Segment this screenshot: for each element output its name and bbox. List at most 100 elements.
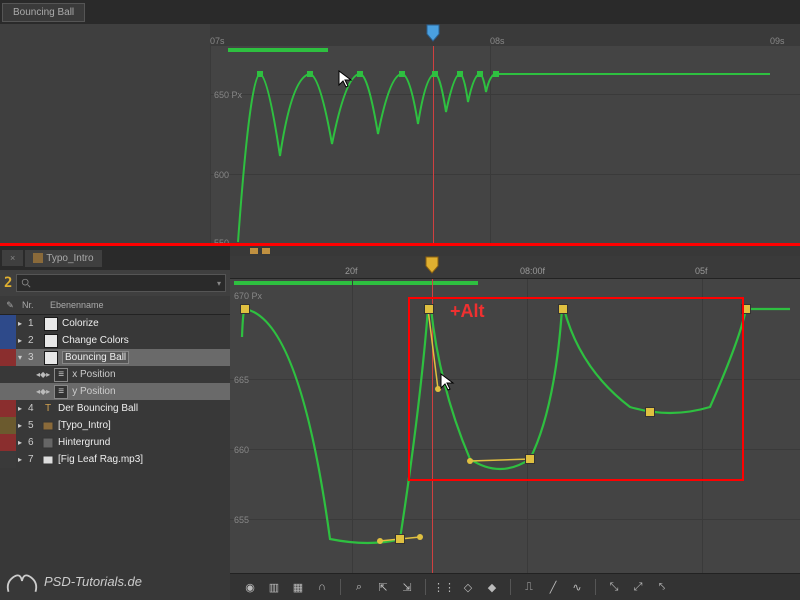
- twirl-icon[interactable]: ▸: [18, 404, 26, 413]
- keyframe[interactable]: [395, 534, 405, 544]
- tab-current-comp[interactable]: ×: [2, 250, 23, 266]
- solid-layer-icon: [42, 437, 54, 449]
- layer-index: 1: [28, 318, 34, 329]
- layer-row-der-bouncing-ball[interactable]: ▸4 T Der Bouncing Ball: [0, 400, 230, 417]
- nav-segment[interactable]: [250, 248, 258, 254]
- comp-layer-icon: [42, 420, 54, 432]
- timecode-display[interactable]: 2: [4, 275, 12, 291]
- close-icon[interactable]: ×: [10, 253, 15, 263]
- layer-index: 7: [28, 454, 34, 465]
- twirl-icon[interactable]: ▸: [18, 455, 26, 464]
- comp-icon: [33, 253, 43, 263]
- eye-icon[interactable]: ◉: [240, 578, 260, 596]
- layer-index: 3: [28, 352, 34, 363]
- fit-all-icon[interactable]: ⇲: [397, 578, 417, 596]
- keyframe-navigator[interactable]: ◂◆▸: [36, 370, 50, 379]
- keyframe-interpolation-icon[interactable]: ◆: [482, 578, 502, 596]
- layer-row-audio[interactable]: ▸7 [Fig Leaf Rag.mp3]: [0, 451, 230, 468]
- bounce-curve-top: [210, 46, 800, 243]
- search-icon: [21, 278, 31, 288]
- twirl-icon[interactable]: ▸: [18, 421, 26, 430]
- easy-ease-in-icon[interactable]: ⤢: [628, 578, 648, 596]
- hold-keyframe-icon[interactable]: ⎍: [519, 578, 539, 596]
- nav-segment[interactable]: [262, 248, 270, 254]
- time-ruler-top[interactable]: 07s 08s 09s: [210, 24, 800, 47]
- layer-row-bouncing-ball[interactable]: ▾3 Bouncing Ball: [0, 349, 230, 366]
- layer-name: Colorize: [62, 318, 99, 329]
- tab-label: Typo_Intro: [46, 253, 93, 264]
- property-x-position[interactable]: ◂◆▸ ≡ x Position: [0, 366, 230, 383]
- search-input[interactable]: ▾: [16, 274, 226, 292]
- label-color[interactable]: [0, 332, 16, 349]
- layer-index: 6: [28, 437, 34, 448]
- layer-index: 4: [28, 403, 34, 414]
- layer-name: Hintergrund: [58, 437, 110, 448]
- tab-bouncing-ball[interactable]: Bouncing Ball: [2, 3, 85, 22]
- label-color[interactable]: [0, 400, 16, 417]
- value-graph-top[interactable]: 650 Px 600 550: [210, 46, 800, 243]
- time-ruler-bottom[interactable]: 20f 08:00f 05f: [230, 256, 800, 279]
- layer-row-hintergrund[interactable]: ▸6 Hintergrund: [0, 434, 230, 451]
- graph-editor-toolbar: ◉ ▥ ▦ ∩ ⌕ ⇱ ⇲ ⋮⋮ ◇ ◆ ⎍ ╱ ∿ ⤡ ⤢ ⤣: [230, 573, 800, 600]
- ruler-tick: 07s: [210, 36, 225, 46]
- chevron-down-icon[interactable]: ▾: [217, 279, 221, 288]
- tab-typo-intro[interactable]: Typo_Intro: [25, 250, 101, 267]
- annotation-box: [408, 297, 744, 481]
- playhead-marker-icon[interactable]: [425, 256, 439, 274]
- playhead-marker-icon[interactable]: [426, 24, 440, 42]
- property-label: y Position: [72, 386, 115, 397]
- mini-navigator[interactable]: [230, 246, 800, 256]
- expression-toggle-icon[interactable]: ≡: [54, 368, 68, 382]
- layer-name: [Typo_Intro]: [58, 420, 111, 431]
- watermark-text: PSD-Tutorials.de: [44, 574, 142, 589]
- keyframe[interactable]: [240, 304, 250, 314]
- layer-name: Der Bouncing Ball: [58, 403, 138, 414]
- search-row: 2 ▾: [0, 270, 230, 296]
- separate-dimensions-icon[interactable]: ⋮⋮: [434, 578, 454, 596]
- property-y-position[interactable]: ◂◆▸ ≡ y Position: [0, 383, 230, 400]
- graph-editor-top: Projekteinstellungen: Bouncing Ball Boun…: [0, 0, 800, 243]
- layer-row-change-colors[interactable]: ▸2 Change Colors: [0, 332, 230, 349]
- snap-icon[interactable]: ∩: [312, 578, 332, 596]
- adjustment-layer-icon: [44, 317, 58, 331]
- graph-editor-bottom: 20f 08:00f 05f 670 Px 665 660 655: [230, 246, 800, 600]
- twirl-icon[interactable]: ▸: [18, 438, 26, 447]
- zoom-icon[interactable]: ⌕: [349, 578, 369, 596]
- shy-toggle-icon[interactable]: ✎: [0, 300, 20, 311]
- top-tab-bar: Projekteinstellungen: Bouncing Ball Boun…: [0, 0, 800, 24]
- header-name: Ebenenname: [46, 300, 104, 310]
- label-color[interactable]: [0, 434, 16, 451]
- ruler-tick: 08s: [490, 36, 505, 46]
- easy-ease-out-icon[interactable]: ⤣: [652, 578, 672, 596]
- layer-row-colorize[interactable]: ▸1 Colorize: [0, 315, 230, 332]
- linear-keyframe-icon[interactable]: ╱: [543, 578, 563, 596]
- keyframe-navigator[interactable]: ◂◆▸: [36, 387, 50, 396]
- label-color[interactable]: [0, 315, 16, 332]
- graph-options-icon[interactable]: ▥: [264, 578, 284, 596]
- label-color[interactable]: [0, 417, 16, 434]
- adjustment-layer-icon: [44, 334, 58, 348]
- label-color[interactable]: [0, 349, 16, 366]
- twirl-icon[interactable]: ▾: [18, 353, 26, 362]
- property-label: x Position: [72, 369, 115, 380]
- show-transform-box-icon[interactable]: ▦: [288, 578, 308, 596]
- twirl-icon[interactable]: ▸: [18, 319, 26, 328]
- expression-toggle-icon[interactable]: ≡: [54, 385, 68, 399]
- column-headers: ✎ Nr. Ebenenname: [0, 296, 230, 315]
- edit-keyframe-icon[interactable]: ◇: [458, 578, 478, 596]
- header-nr: Nr.: [20, 300, 46, 310]
- watermark: PSD-Tutorials.de: [4, 566, 142, 596]
- text-layer-icon: T: [42, 403, 54, 415]
- auto-bezier-icon[interactable]: ∿: [567, 578, 587, 596]
- layer-index: 2: [28, 335, 34, 346]
- tab-label: Bouncing Ball: [13, 7, 74, 18]
- easy-ease-icon[interactable]: ⤡: [604, 578, 624, 596]
- layer-row-typo-intro[interactable]: ▸5 [Typo_Intro]: [0, 417, 230, 434]
- timeline-panel: × Typo_Intro 2 ▾ ✎ Nr. Ebenenname ▸1 Col…: [0, 246, 800, 600]
- adjustment-layer-icon: [44, 351, 58, 365]
- value-graph-bottom[interactable]: 670 Px 665 660 655: [230, 279, 800, 600]
- twirl-icon[interactable]: ▸: [18, 336, 26, 345]
- label-color[interactable]: [0, 451, 16, 468]
- fit-selection-icon[interactable]: ⇱: [373, 578, 393, 596]
- ruler-tick: 05f: [695, 266, 708, 276]
